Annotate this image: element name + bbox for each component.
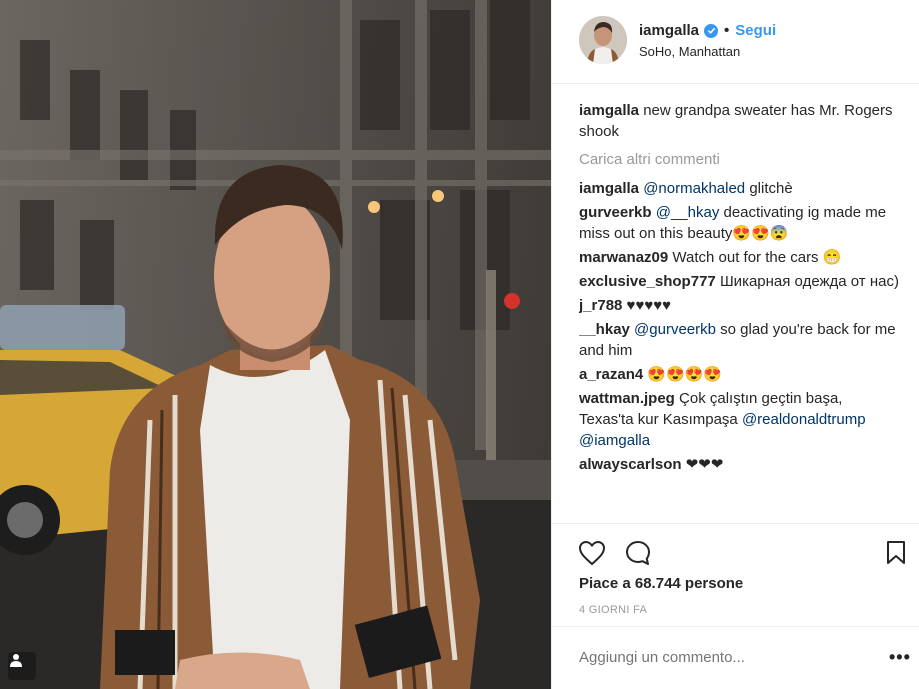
user-tag-icon bbox=[10, 654, 22, 667]
comment-username[interactable]: gurveerkb bbox=[579, 204, 652, 221]
heart-icon bbox=[578, 540, 606, 566]
comment: iamgalla @normakhaled glitchè bbox=[579, 178, 899, 199]
comment-mention[interactable]: @realdonaldtrump bbox=[742, 411, 866, 428]
comment-username[interactable]: a_razan4 bbox=[579, 366, 643, 383]
comment-username[interactable]: __hkay bbox=[579, 321, 630, 338]
post-timestamp[interactable]: 4 GIORNI FA bbox=[579, 604, 647, 616]
post-details-panel: iamgalla • Segui SoHo, Manhattan iamgall… bbox=[551, 0, 919, 689]
tag-user-button[interactable] bbox=[8, 652, 36, 680]
separator-dot: • bbox=[724, 22, 730, 39]
avatar[interactable] bbox=[579, 16, 627, 64]
add-comment-section: ••• bbox=[552, 626, 919, 689]
bookmark-icon bbox=[887, 541, 905, 564]
comment: alwayscarlson ❤❤❤ bbox=[579, 454, 899, 475]
comment-text: glitchè bbox=[745, 180, 793, 197]
comment-text: 😍😍😍😍 bbox=[647, 366, 723, 383]
comment-mention[interactable]: @iamgalla bbox=[579, 432, 650, 449]
comment: marwanaz09 Watch out for the cars 😁 bbox=[579, 247, 899, 268]
load-more-comments-button[interactable]: Carica altri commenti bbox=[579, 149, 899, 170]
comment-text: Шикарная одежда от нас) bbox=[719, 273, 899, 290]
comment-mention[interactable]: @__hkay bbox=[656, 204, 720, 221]
comment: gurveerkb @__hkay deactivating ig made m… bbox=[579, 202, 899, 244]
add-comment-input[interactable] bbox=[579, 649, 869, 666]
comment-button[interactable] bbox=[623, 538, 653, 568]
comment-icon bbox=[626, 541, 650, 565]
comment: __hkay @gurveerkb so glad you're back fo… bbox=[579, 319, 899, 361]
comment-text: ♥♥♥♥♥ bbox=[626, 297, 672, 314]
location-link[interactable]: SoHo, Manhattan bbox=[639, 44, 740, 59]
post-photo[interactable] bbox=[0, 0, 551, 689]
comment-username[interactable]: alwayscarlson bbox=[579, 456, 682, 473]
username-row: iamgalla • Segui bbox=[639, 22, 776, 39]
username-link[interactable]: iamgalla bbox=[639, 22, 699, 39]
comment-text: ❤❤❤ bbox=[685, 456, 724, 473]
save-button[interactable] bbox=[881, 538, 911, 568]
follow-button[interactable]: Segui bbox=[735, 22, 776, 39]
verified-badge-icon bbox=[704, 23, 719, 38]
comment-username[interactable]: iamgalla bbox=[579, 180, 639, 197]
comment: j_r788 ♥♥♥♥♥ bbox=[579, 295, 899, 316]
comment: a_razan4 😍😍😍😍 bbox=[579, 364, 899, 385]
comment-username[interactable]: j_r788 bbox=[579, 297, 622, 314]
photo-illustration bbox=[0, 0, 551, 689]
comment: wattman.jpeg Çok çalıştın geçtin başa, T… bbox=[579, 388, 899, 451]
comment-username[interactable]: exclusive_shop777 bbox=[579, 273, 716, 290]
comment-username[interactable]: marwanaz09 bbox=[579, 249, 668, 266]
comment-text: Watch out for the cars 😁 bbox=[672, 249, 842, 266]
comments-list[interactable]: iamgalla new grandpa sweater has Mr. Rog… bbox=[579, 100, 899, 522]
likes-count[interactable]: Piace a 68.744 persone bbox=[579, 575, 743, 592]
action-bar: Piace a 68.744 persone 4 GIORNI FA bbox=[552, 523, 919, 625]
caption-username[interactable]: iamgalla bbox=[579, 102, 639, 119]
comment-mention[interactable]: @gurveerkb bbox=[634, 321, 716, 338]
comment-username[interactable]: wattman.jpeg bbox=[579, 390, 675, 407]
comment: exclusive_shop777 Шикарная одежда от нас… bbox=[579, 271, 899, 292]
post-header: iamgalla • Segui SoHo, Manhattan bbox=[552, 0, 919, 84]
comment-mention[interactable]: @normakhaled bbox=[643, 180, 745, 197]
avatar-image bbox=[579, 16, 627, 64]
more-options-button[interactable]: ••• bbox=[889, 647, 911, 668]
like-button[interactable] bbox=[577, 538, 607, 568]
caption: iamgalla new grandpa sweater has Mr. Rog… bbox=[579, 100, 899, 142]
